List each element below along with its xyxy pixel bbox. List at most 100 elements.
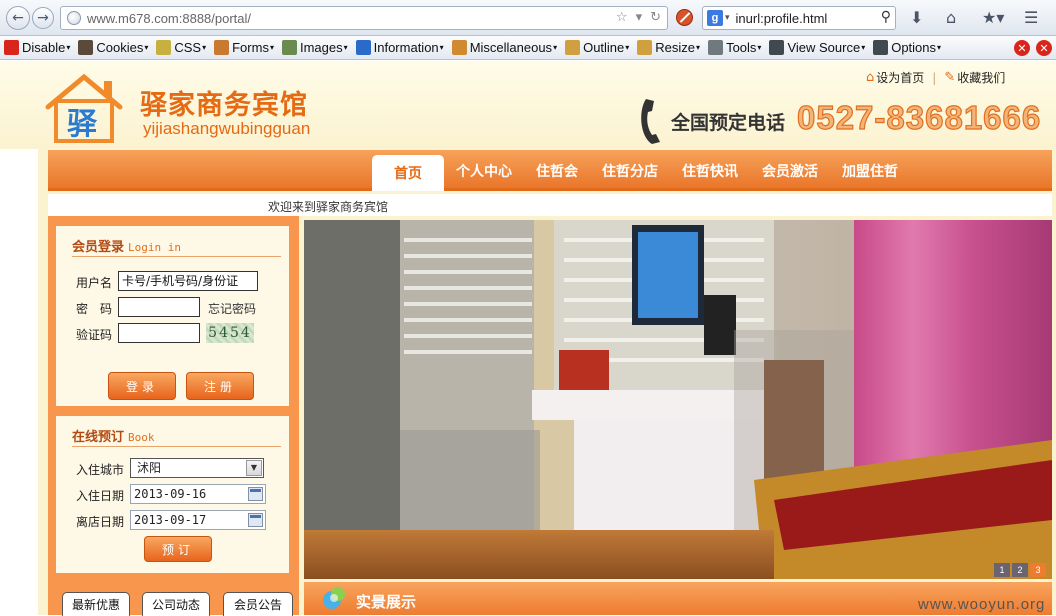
- login-button[interactable]: 登录: [108, 372, 176, 400]
- brand-pinyin: yijiashangwubingguan: [143, 119, 311, 138]
- tools-icon: [708, 40, 724, 55]
- checkin-date-input[interactable]: 2013-09-16: [130, 484, 266, 504]
- phone-icon: [641, 99, 660, 144]
- nav-item-4[interactable]: 住哲快讯: [670, 150, 750, 191]
- devbar-tools-menu[interactable]: Tools ▾: [708, 40, 761, 55]
- chevron-down-icon: ▾: [269, 43, 274, 52]
- city-select[interactable]: 沭阳 ▼: [130, 458, 264, 478]
- close-toolbar-icon[interactable]: ✕: [1036, 40, 1052, 56]
- devbar-view-source-menu[interactable]: View Source ▾: [769, 40, 865, 55]
- information-icon: [355, 40, 371, 55]
- google-icon[interactable]: g: [707, 10, 723, 26]
- calendar-icon[interactable]: [248, 513, 263, 527]
- search-icon[interactable]: ⚲: [881, 9, 891, 25]
- chevron-down-icon: ▾: [696, 43, 701, 52]
- back-button[interactable]: ←: [6, 6, 30, 30]
- bookmark-icon: ✎: [944, 70, 956, 85]
- nav-item-0[interactable]: 首页: [372, 155, 444, 191]
- devbar-outline-menu[interactable]: Outline ▾: [565, 40, 629, 55]
- tab-member-notice[interactable]: 会员公告: [223, 592, 293, 616]
- chevron-down-icon: ▾: [439, 43, 444, 52]
- nav-item-1[interactable]: 个人中心: [444, 150, 524, 191]
- menu-icon[interactable]: ☰: [1024, 8, 1038, 27]
- tab-company-news[interactable]: 公司动态: [142, 592, 210, 616]
- chevron-down-icon: ▾: [202, 43, 207, 52]
- slide-3-button[interactable]: 3: [1030, 563, 1046, 577]
- browser-toolbar: ← → www.m678.com:8888/portal/ ☆ ▾ ↻ g ▾ …: [0, 0, 1056, 36]
- devbar-images-menu[interactable]: Images ▾: [281, 40, 348, 55]
- slide-pager: 123: [994, 563, 1046, 577]
- captcha-input[interactable]: [118, 323, 200, 343]
- css-icon: [156, 40, 172, 55]
- room-photo: [304, 220, 1052, 579]
- chevron-down-icon: ▾: [625, 43, 630, 52]
- chevron-down-icon: ▾: [757, 43, 762, 52]
- hotel-room-banner[interactable]: 123: [304, 220, 1052, 579]
- top-links: ⌂ 设为首页 | ✎ 收藏我们: [866, 69, 1006, 86]
- nav-item-5[interactable]: 会员激活: [750, 150, 830, 191]
- home-icon: ⌂: [866, 70, 875, 85]
- search-bar[interactable]: g ▾ inurl:profile.html ⚲: [702, 6, 896, 30]
- login-title: 会员登录 Login in: [72, 240, 181, 255]
- devbar-css-menu[interactable]: CSS ▾: [156, 40, 206, 55]
- username-input[interactable]: 卡号/手机号码/身份证: [118, 271, 258, 291]
- booking-title: 在线预订 Book: [72, 430, 155, 445]
- chevron-down-icon: ▾: [937, 43, 942, 52]
- calendar-icon[interactable]: [248, 487, 263, 501]
- chevron-down-icon: ▾: [144, 43, 149, 52]
- captcha-label: 验证码: [76, 328, 113, 342]
- bookmarks-icon[interactable]: ★▾: [982, 8, 1004, 27]
- disable-icon: [4, 40, 19, 55]
- devbar-miscellaneous-menu[interactable]: Miscellaneous ▾: [451, 40, 558, 55]
- dropdown-icon[interactable]: ▾: [636, 10, 643, 25]
- slide-2-button[interactable]: 2: [1012, 563, 1028, 577]
- forgot-password-link[interactable]: 忘记密码: [208, 300, 256, 317]
- globe-icon: [67, 11, 81, 25]
- nav-item-2[interactable]: 住哲会: [524, 150, 590, 191]
- booking-panel: 在线预订 Book 入住城市 沭阳 ▼ 入住日期 2013-09-16 离店日期 …: [56, 416, 289, 573]
- devbar-cookies-menu[interactable]: Cookies ▾: [78, 40, 148, 55]
- slide-1-button[interactable]: 1: [994, 563, 1010, 577]
- captcha-image[interactable]: 5454: [206, 323, 254, 343]
- showcase-title: 实景展示: [356, 593, 417, 611]
- developer-toolbar: Disable ▾ Cookies ▾ CSS ▾ Forms ▾ Images ▾ Informa…: [0, 36, 1056, 60]
- tab-latest-offers[interactable]: 最新优惠: [62, 592, 130, 616]
- star-icon[interactable]: ☆: [616, 10, 628, 25]
- miscellaneous-icon: [451, 40, 467, 55]
- main-nav: 首页 个人中心 住哲会 住哲分店 住哲快讯 会员激活 加盟住哲: [48, 150, 1052, 191]
- home-icon[interactable]: ⌂: [946, 8, 956, 27]
- devbar-resize-menu[interactable]: Resize ▾: [637, 40, 700, 55]
- chevron-down-icon: ▾: [343, 43, 348, 52]
- download-icon[interactable]: ⬇: [910, 8, 923, 27]
- search-input[interactable]: inurl:profile.html: [736, 11, 828, 26]
- checkout-date-input[interactable]: 2013-09-17: [130, 510, 266, 530]
- images-icon: [281, 40, 297, 55]
- devbar-forms-menu[interactable]: Forms ▾: [214, 40, 274, 55]
- password-label: 密 码: [76, 302, 113, 316]
- devbar-options-menu[interactable]: Options ▾: [873, 40, 941, 55]
- phone-number: 0527-83681666: [796, 98, 1042, 136]
- engine-dropdown-icon[interactable]: ▾: [725, 13, 730, 23]
- devbar-information-menu[interactable]: Information ▾: [355, 40, 444, 55]
- book-button[interactable]: 预订: [144, 536, 212, 562]
- bookmark-link[interactable]: ✎ 收藏我们: [944, 69, 1005, 86]
- noscript-icon[interactable]: [676, 9, 693, 26]
- site-header: 驿 驿家商务宾馆 yijiashangwubingguan ⌂ 设为首页 | ✎ 收…: [0, 61, 1056, 149]
- password-input[interactable]: [118, 297, 200, 317]
- url-text[interactable]: www.m678.com:8888/portal/: [87, 11, 251, 26]
- chevron-down-icon: ▾: [553, 43, 558, 52]
- register-button[interactable]: 注册: [186, 372, 254, 400]
- cookies-icon: [78, 40, 94, 55]
- username-label: 用户名: [76, 276, 113, 290]
- set-home-link[interactable]: ⌂ 设为首页: [866, 69, 924, 86]
- news-tabs: 最新优惠 公司动态 会员公告: [48, 582, 299, 616]
- nav-item-6[interactable]: 加盟住哲: [830, 150, 910, 191]
- close-icon[interactable]: ✕: [1014, 40, 1030, 56]
- reload-icon[interactable]: ↻: [650, 10, 661, 25]
- address-bar[interactable]: www.m678.com:8888/portal/ ☆ ▾ ↻: [60, 6, 668, 30]
- phone-label: 全国预定电话: [671, 112, 786, 134]
- nav-item-3[interactable]: 住哲分店: [590, 150, 670, 191]
- devbar-disable-menu[interactable]: Disable ▾: [4, 40, 70, 55]
- forward-button[interactable]: →: [32, 7, 54, 29]
- brand-name: 驿家商务宾馆: [140, 90, 308, 121]
